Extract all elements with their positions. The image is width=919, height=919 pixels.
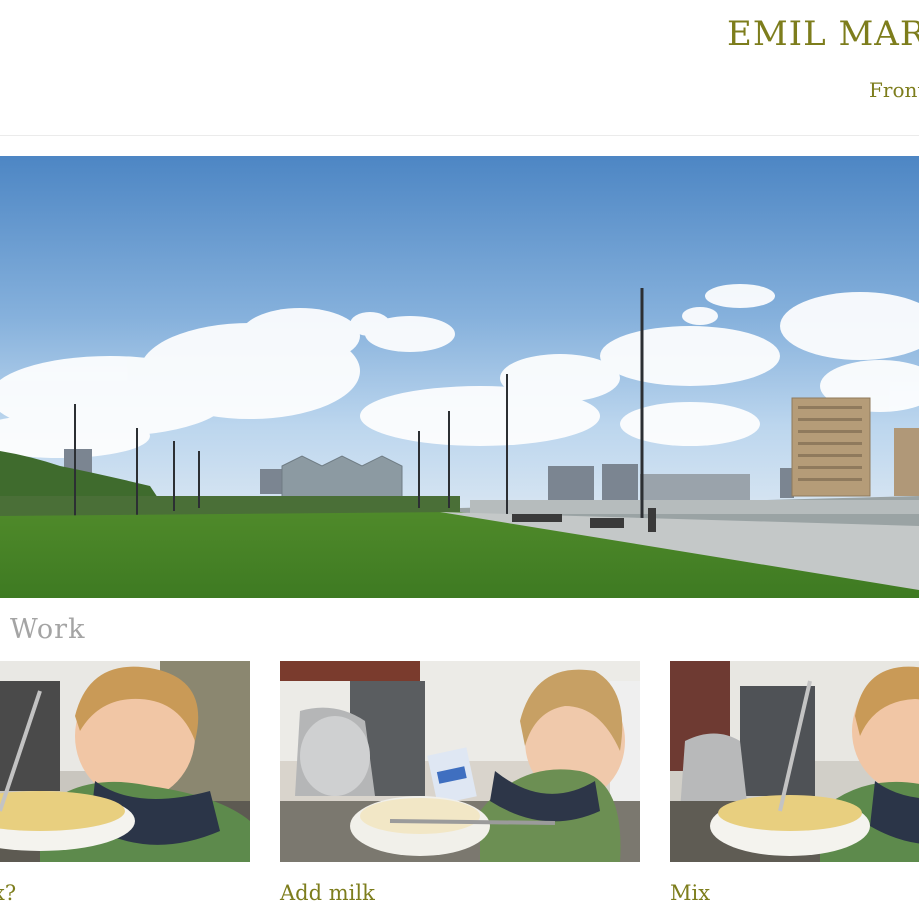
site-title-link[interactable]: EMIL MART	[727, 14, 919, 54]
child-whisking-bowl-illustration	[0, 661, 250, 862]
gallery-card-image[interactable]	[280, 661, 640, 862]
child-pouring-milk-illustration	[280, 661, 640, 862]
gallery-card[interactable]: Add milk	[280, 661, 640, 919]
rooftop-park-illustration	[0, 156, 919, 598]
work-section-heading: Work	[10, 614, 86, 645]
hero-image	[0, 156, 919, 598]
gallery-card-caption[interactable]: x?	[0, 881, 16, 905]
site-header: EMIL MART Front	[0, 0, 919, 136]
child-mixing-bowl-illustration	[670, 661, 919, 862]
gallery-card-image[interactable]	[0, 661, 250, 862]
gallery-card[interactable]: Mix	[670, 661, 919, 919]
gallery-card-caption[interactable]: Mix	[670, 881, 710, 905]
gallery-card-image[interactable]	[670, 661, 919, 862]
gallery-card[interactable]: x?	[0, 661, 250, 919]
site-tagline: Front	[869, 78, 919, 102]
page: EMIL MART Front	[0, 0, 919, 919]
gallery-card-caption[interactable]: Add milk	[280, 881, 375, 905]
